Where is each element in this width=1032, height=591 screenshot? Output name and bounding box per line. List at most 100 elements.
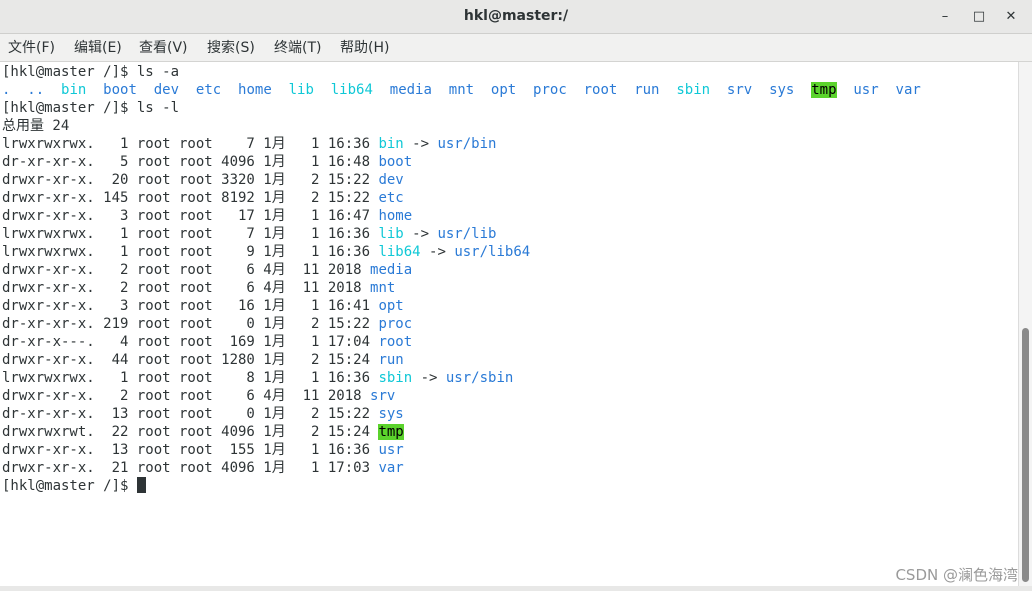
terminal-text: drwxr-xr-x. 13 root root 155 1月 1 16:36 <box>2 442 379 458</box>
menu-view[interactable]: 查看(V) <box>139 34 188 62</box>
terminal-line: dr-xr-xr-x. 219 root root 0 1月 2 15:22 p… <box>2 315 412 333</box>
terminal-text: sbin <box>378 370 413 386</box>
terminal-line: dr-xr-xr-x. 5 root root 4096 1月 1 16:48 … <box>2 153 412 171</box>
terminal-line: lrwxrwxrwx. 1 root root 9 1月 1 16:36 lib… <box>2 243 530 261</box>
terminal-line: lrwxrwxrwx. 1 root root 8 1月 1 16:36 sbi… <box>2 369 513 387</box>
terminal-text: proc <box>378 316 413 332</box>
terminal-text: mnt <box>370 280 396 296</box>
terminal-line: drwxr-xr-x. 145 root root 8192 1月 2 15:2… <box>2 189 404 207</box>
menu-help[interactable]: 帮助(H) <box>340 34 389 62</box>
terminal-text: [hkl@master /]$ <box>2 478 137 494</box>
terminal-text: opt <box>378 298 404 314</box>
terminal-line: drwxr-xr-x. 3 root root 16 1月 1 16:41 op… <box>2 297 404 315</box>
terminal-text: lib <box>378 226 404 242</box>
terminal-line: [hkl@master /]$ ls -l <box>2 99 179 117</box>
terminal-line: drwxr-xr-x. 2 root root 6 4月 11 2018 srv <box>2 387 395 405</box>
menu-edit[interactable]: 编辑(E) <box>74 34 122 62</box>
terminal-text: -> <box>403 136 438 152</box>
terminal-text: tmp <box>811 82 837 98</box>
terminal-line: drwxr-xr-x. 3 root root 17 1月 1 16:47 ho… <box>2 207 412 225</box>
terminal-text: . .. <box>2 82 62 98</box>
terminal-text: usr/lib64 <box>454 244 531 260</box>
terminal-text: dr-xr-xr-x. 13 root root 0 1月 2 15:22 <box>2 406 379 422</box>
terminal-text: run <box>378 352 404 368</box>
terminal-text: drwxr-xr-x. 44 root root 1280 1月 2 15:24 <box>2 352 379 368</box>
terminal-text: sys <box>378 406 404 422</box>
terminal-text: usr <box>378 442 404 458</box>
menu-terminal[interactable]: 终端(T) <box>274 34 321 62</box>
terminal-text: -> <box>420 244 455 260</box>
terminal-line: drwxrwxrwt. 22 root root 4096 1月 2 15:24… <box>2 423 404 441</box>
terminal-text: drwxr-xr-x. 20 root root 3320 1月 2 15:22 <box>2 172 379 188</box>
terminal-line: [hkl@master /]$ <box>2 477 146 495</box>
terminal-text: usr/sbin <box>445 370 514 386</box>
terminal-text: lrwxrwxrwx. 1 root root 8 1月 1 16:36 <box>2 370 379 386</box>
title-bar: hkl@master:/ – □ ✕ <box>0 0 1032 34</box>
terminal-text: srv sys <box>726 82 795 98</box>
terminal-text: 总用量 24 <box>2 118 70 134</box>
terminal-text: dr-xr-xr-x. 5 root root 4096 1月 1 16:48 <box>2 154 379 170</box>
terminal-text: drwxr-xr-x. 2 root root 6 4月 11 2018 <box>2 280 371 296</box>
terminal-cursor <box>136 477 146 493</box>
terminal-line: drwxr-xr-x. 44 root root 1280 1月 2 15:24… <box>2 351 404 369</box>
maximize-button[interactable]: □ <box>970 8 988 26</box>
terminal-line: drwxr-xr-x. 20 root root 3320 1月 2 15:22… <box>2 171 404 189</box>
menu-search[interactable]: 搜索(S) <box>207 34 255 62</box>
terminal-text: lib64 <box>378 244 421 260</box>
terminal-text: etc <box>378 190 404 206</box>
terminal-text: bin <box>61 82 87 98</box>
terminal-text: usr/lib <box>437 226 497 242</box>
terminal-text: dr-xr-xr-x. 219 root root 0 1月 2 15:22 <box>2 316 379 332</box>
terminal-text: var <box>378 460 404 476</box>
watermark: CSDN @澜色海湾 <box>895 566 1018 584</box>
terminal-output[interactable]: [hkl@master /]$ ls -a. .. bin boot dev e… <box>0 62 1018 586</box>
terminal-text: sbin <box>676 82 711 98</box>
terminal-text: srv <box>370 388 396 404</box>
terminal-text: media <box>370 262 413 278</box>
terminal-text: usr var <box>853 82 921 98</box>
terminal-text: dev <box>378 172 404 188</box>
terminal-text: drwxr-xr-x. 145 root root 8192 1月 2 15:2… <box>2 190 379 206</box>
terminal-text: [hkl@master /]$ ls -a <box>2 64 180 80</box>
terminal-text: -> <box>403 226 438 242</box>
minimize-button[interactable]: – <box>936 8 954 26</box>
terminal-text: media mnt opt proc root run <box>389 82 660 98</box>
terminal-line: drwxr-xr-x. 21 root root 4096 1月 1 17:03… <box>2 459 404 477</box>
terminal-line: 总用量 24 <box>2 117 69 135</box>
terminal-line: dr-xr-x---. 4 root root 169 1月 1 17:04 r… <box>2 333 412 351</box>
terminal-text: lrwxrwxrwx. 1 root root 9 1月 1 16:36 <box>2 244 379 260</box>
terminal-line: lrwxrwxrwx. 1 root root 7 1月 1 16:36 bin… <box>2 135 496 153</box>
terminal-text: usr/bin <box>437 136 497 152</box>
terminal-text: boot <box>378 154 413 170</box>
terminal-text: lrwxrwxrwx. 1 root root 7 1月 1 16:36 <box>2 226 379 242</box>
terminal-text: drwxr-xr-x. 2 root root 6 4月 11 2018 <box>2 262 371 278</box>
terminal-text: lrwxrwxrwx. 1 root root 7 1月 1 16:36 <box>2 136 379 152</box>
terminal-line: . .. bin boot dev etc home lib lib64 med… <box>2 81 921 99</box>
terminal-text: lib lib64 <box>288 82 373 98</box>
scrollbar-thumb[interactable] <box>1022 328 1029 582</box>
close-button[interactable]: ✕ <box>1002 8 1020 26</box>
terminal-text: bin <box>378 136 404 152</box>
terminal-text: drwxr-xr-x. 3 root root 16 1月 1 16:41 <box>2 298 379 314</box>
terminal-text: dr-xr-x---. 4 root root 169 1月 1 17:04 <box>2 334 379 350</box>
terminal-text: drwxr-xr-x. 21 root root 4096 1月 1 17:03 <box>2 460 379 476</box>
terminal-line: drwxr-xr-x. 2 root root 6 4月 11 2018 med… <box>2 261 412 279</box>
terminal-text: boot dev etc home <box>103 82 272 98</box>
terminal-text: tmp <box>378 424 404 440</box>
terminal-line: drwxr-xr-x. 2 root root 6 4月 11 2018 mnt <box>2 279 395 297</box>
terminal-line: drwxr-xr-x. 13 root root 155 1月 1 16:36 … <box>2 441 404 459</box>
terminal-line: dr-xr-xr-x. 13 root root 0 1月 2 15:22 sy… <box>2 405 404 423</box>
terminal-text: -> <box>412 370 446 386</box>
window-title: hkl@master:/ <box>463 8 569 24</box>
menu-file[interactable]: 文件(F) <box>8 34 55 62</box>
terminal-text: root <box>378 334 413 350</box>
terminal-line: lrwxrwxrwx. 1 root root 7 1月 1 16:36 lib… <box>2 225 496 243</box>
scrollbar[interactable] <box>1018 62 1032 586</box>
